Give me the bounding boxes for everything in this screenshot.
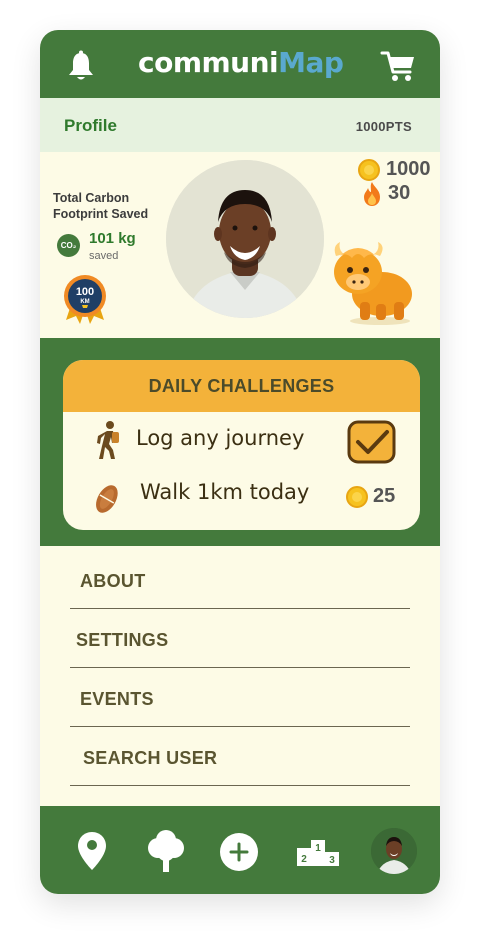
avatar-portrait (166, 160, 324, 318)
points-total: 1000PTS (355, 119, 412, 134)
logo-text-primary: communi (138, 46, 279, 79)
add-button[interactable] (220, 833, 258, 871)
daily-challenges-card: DAILY CHALLENGES Log any journey Walk 1k… (63, 360, 420, 530)
streak-value: 30 (388, 182, 411, 204)
menu-item-events[interactable]: EVENTS (70, 668, 410, 727)
cart-icon[interactable] (380, 48, 416, 84)
menu-item-label: SEARCH USER (83, 748, 218, 768)
challenges-section: DAILY CHALLENGES Log any journey Walk 1k… (40, 338, 440, 546)
add-icon (229, 842, 249, 862)
bottom-nav: 2 1 3 (40, 806, 440, 894)
checkbox-checked-icon[interactable] (347, 420, 396, 464)
footprint-icon (96, 485, 118, 513)
flame-icon (364, 182, 380, 206)
tree-icon[interactable] (146, 830, 186, 872)
walking-person-icon (97, 421, 119, 459)
settings-menu: ABOUT SETTINGS EVENTS SEARCH USER (40, 546, 440, 806)
app-logo: communiMap (138, 46, 344, 79)
profile-hero: Total Carbon Footprint Saved CO₂ 101 kg … (40, 152, 440, 338)
challenges-title: DAILY CHALLENGES (148, 376, 335, 396)
menu-item-about[interactable]: ABOUT (70, 550, 410, 609)
yak-mascot-icon[interactable] (330, 236, 420, 326)
badge-unit: KM (80, 299, 89, 305)
app-screen: communiMap Profile 1000PTS Total Carbon … (40, 30, 440, 894)
podium-second-label: 2 (301, 854, 307, 865)
logo-text-accent: Map (278, 46, 344, 79)
profile-avatar[interactable] (166, 160, 324, 318)
menu-item-search-user[interactable]: SEARCH USER (70, 727, 410, 786)
profile-bar: Profile 1000PTS (40, 98, 440, 152)
podium-third-label: 3 (329, 855, 335, 866)
challenge-reward-value: 25 (373, 485, 396, 507)
coin-balance-value: 1000 (386, 158, 431, 180)
top-bar: communiMap (40, 30, 440, 98)
podium-icon[interactable]: 2 1 3 (297, 836, 339, 866)
carbon-saved-title: Total Carbon Footprint Saved (53, 191, 149, 221)
avatar-thumbnail (371, 828, 417, 874)
profile-avatar-small[interactable] (371, 828, 417, 874)
menu-item-label: EVENTS (80, 689, 154, 709)
100km-badge-icon[interactable]: 100 KM (62, 274, 108, 324)
badge-number: 100 (76, 286, 94, 298)
challenge-walk-1km: Walk 1km today (140, 480, 310, 504)
reward-coin-icon (346, 486, 368, 508)
coin-icon (358, 159, 380, 181)
carbon-saved-unit: saved (89, 250, 119, 262)
menu-item-settings[interactable]: SETTINGS (70, 609, 410, 668)
menu-item-label: ABOUT (80, 571, 146, 591)
menu-item-label: SETTINGS (76, 630, 169, 650)
podium-first-label: 1 (315, 843, 321, 854)
bell-icon[interactable] (66, 50, 96, 82)
challenge-log-journey: Log any journey (136, 426, 305, 450)
challenges-header: DAILY CHALLENGES (63, 360, 420, 412)
map-pin-icon[interactable] (78, 832, 106, 870)
carbon-saved-value: 101 kg (89, 230, 136, 247)
co2-icon: CO₂ (57, 234, 80, 257)
profile-label[interactable]: Profile (64, 116, 117, 136)
